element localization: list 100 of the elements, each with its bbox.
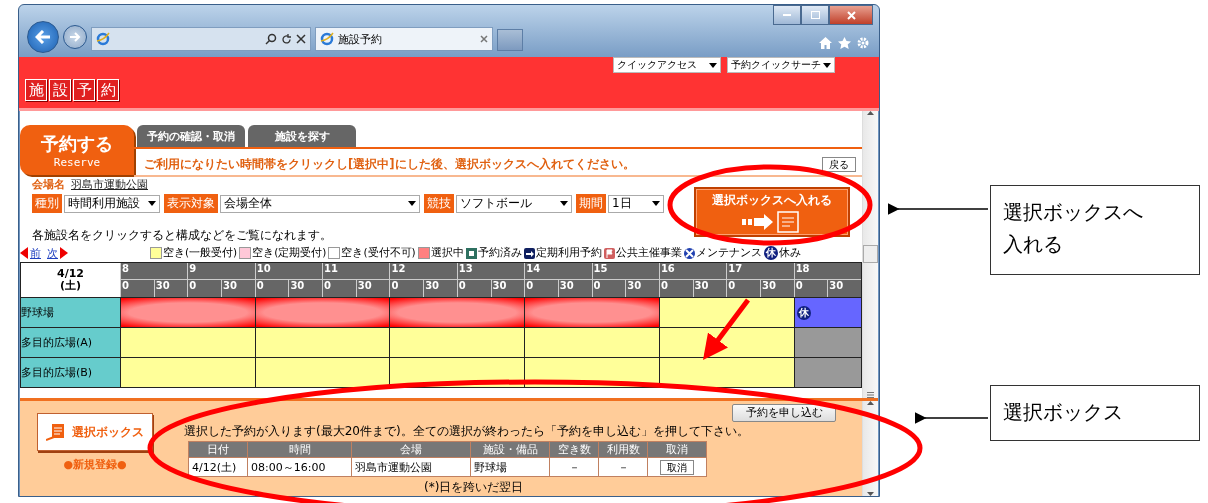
minute-header: 30 bbox=[759, 280, 794, 297]
minute-header: 0 bbox=[456, 280, 491, 297]
minute-header: 30 bbox=[490, 280, 525, 297]
search-icon[interactable] bbox=[265, 33, 277, 46]
forward-arrow-icon bbox=[69, 32, 81, 43]
forward-button[interactable] bbox=[63, 25, 87, 50]
time-slot[interactable] bbox=[120, 357, 255, 387]
grip-icon bbox=[867, 392, 874, 398]
filter-select[interactable]: ソフトボール bbox=[456, 194, 572, 213]
back-button[interactable]: 戻る bbox=[822, 156, 856, 172]
close-button[interactable] bbox=[829, 5, 873, 25]
minute-header: 30 bbox=[423, 280, 457, 297]
time-slot[interactable] bbox=[658, 297, 794, 327]
callout-label: 選択ボックス bbox=[990, 385, 1200, 441]
legend-label: 休み bbox=[778, 246, 801, 260]
minute-header: 0 bbox=[658, 280, 693, 297]
dropdown-caret-icon bbox=[652, 201, 660, 206]
time-slot[interactable] bbox=[389, 327, 525, 357]
time-slot[interactable] bbox=[254, 357, 390, 387]
time-slot[interactable] bbox=[524, 327, 659, 357]
maximize-icon bbox=[810, 11, 820, 19]
date-header: 4/12 (土) bbox=[21, 263, 120, 297]
star-icon[interactable] bbox=[838, 37, 851, 50]
legend-label: 公共主催事業 bbox=[615, 246, 682, 260]
site-logo[interactable]: 施 設 予 約 bbox=[25, 79, 119, 102]
closed-icon: 休 bbox=[763, 246, 778, 260]
filter-label: 表示対象 bbox=[164, 194, 218, 213]
hour-header: 15 bbox=[591, 263, 659, 280]
minimize-button[interactable] bbox=[773, 5, 801, 25]
column-header: 施設・備品 bbox=[470, 441, 550, 458]
back-button[interactable] bbox=[27, 21, 59, 54]
nav-tab[interactable]: 予約の確認・取消 bbox=[137, 125, 245, 147]
time-slot[interactable] bbox=[120, 327, 255, 357]
minute-header: 0 bbox=[793, 280, 828, 297]
time-slot[interactable] bbox=[658, 357, 794, 387]
time-slot[interactable] bbox=[793, 327, 861, 357]
time-slot[interactable] bbox=[793, 357, 861, 387]
quick-menu-select[interactable]: 予約クイックサーチ bbox=[727, 57, 835, 74]
prev-link[interactable]: 前 bbox=[30, 245, 41, 261]
hour-header: 11 bbox=[322, 263, 390, 280]
column-header: 日付 bbox=[188, 441, 248, 458]
column-header: 取消 bbox=[647, 441, 707, 458]
filter-select[interactable]: 会場全体 bbox=[220, 194, 420, 213]
dropdown-caret-icon bbox=[560, 201, 568, 206]
cancel-button[interactable]: 取消 bbox=[660, 459, 694, 475]
hour-header: 14 bbox=[524, 263, 592, 280]
time-slot[interactable] bbox=[254, 327, 390, 357]
time-slot[interactable] bbox=[389, 297, 525, 327]
browser-tab[interactable]: 施設予約 bbox=[315, 27, 493, 52]
arrow-to-list-icon bbox=[742, 210, 802, 233]
facility-name[interactable]: 多目的広場(A) bbox=[21, 327, 120, 357]
next-link[interactable]: 次 bbox=[47, 245, 58, 261]
footnote: (*)日を跨いだ翌日 bbox=[424, 479, 524, 496]
facility-name[interactable]: 野球場 bbox=[21, 297, 120, 327]
hour-header: 9 bbox=[187, 263, 255, 280]
minute-header: 30 bbox=[355, 280, 390, 297]
legend-label: 空き(一般受付) bbox=[163, 246, 238, 260]
prev-arrow-icon[interactable] bbox=[20, 247, 28, 259]
filter-select[interactable]: 1日 bbox=[608, 194, 664, 213]
legend-label: 空き(定期受付) bbox=[252, 246, 327, 260]
maximize-button[interactable] bbox=[801, 5, 829, 25]
minute-header: 0 bbox=[726, 280, 760, 297]
venue-link[interactable]: 羽島市運動公園 bbox=[71, 177, 148, 192]
minute-header: 0 bbox=[591, 280, 626, 297]
nav-tab[interactable]: 施設を探す bbox=[248, 125, 356, 147]
callout-label: 選択ボックスへ入れる bbox=[990, 185, 1200, 275]
venue-label: 会場名 bbox=[32, 177, 65, 192]
submit-button[interactable]: 予約を申し込む bbox=[732, 404, 836, 422]
minute-header: 30 bbox=[692, 280, 727, 297]
close-icon[interactable] bbox=[296, 34, 306, 45]
minute-header: 30 bbox=[827, 280, 861, 297]
minute-header: 0 bbox=[254, 280, 289, 297]
scroll-down-icon[interactable] bbox=[867, 492, 874, 496]
time-slot[interactable] bbox=[524, 297, 659, 327]
regular-booking-icon bbox=[523, 247, 535, 259]
facility-name[interactable]: 多目的広場(B) bbox=[21, 357, 120, 387]
time-slot[interactable] bbox=[254, 297, 390, 327]
refresh-icon[interactable] bbox=[281, 33, 292, 45]
settings-icon[interactable] bbox=[857, 37, 869, 50]
home-icon[interactable] bbox=[819, 37, 832, 50]
column-header: 会場 bbox=[351, 441, 471, 458]
time-slot[interactable]: 休 bbox=[793, 297, 861, 327]
list-icon bbox=[46, 423, 66, 441]
minute-header: 0 bbox=[322, 280, 356, 297]
time-slot[interactable] bbox=[120, 297, 255, 327]
scroll-thumb[interactable] bbox=[863, 244, 878, 263]
dropdown-caret-icon bbox=[148, 201, 156, 206]
hour-header: 10 bbox=[254, 263, 323, 280]
minute-header: 30 bbox=[153, 280, 188, 297]
legend-label: メンテナンス bbox=[695, 246, 762, 260]
selection-message: 選択した予約が入ります(最大20件まで)。全ての選択が終わったら「予約を申し込む」を押して下さい。 bbox=[184, 423, 749, 440]
minute-header: 30 bbox=[625, 280, 659, 297]
minute-header: 30 bbox=[288, 280, 323, 297]
next-arrow-icon[interactable] bbox=[60, 247, 68, 259]
quick-menu-select[interactable]: クイックアクセス bbox=[613, 57, 721, 74]
scroll-up-icon[interactable] bbox=[867, 401, 874, 405]
scrollbar[interactable] bbox=[862, 111, 878, 398]
filter-select[interactable]: 時間利用施設 bbox=[64, 194, 160, 213]
flag-icon bbox=[603, 247, 615, 259]
column-header: 時間 bbox=[247, 441, 352, 458]
